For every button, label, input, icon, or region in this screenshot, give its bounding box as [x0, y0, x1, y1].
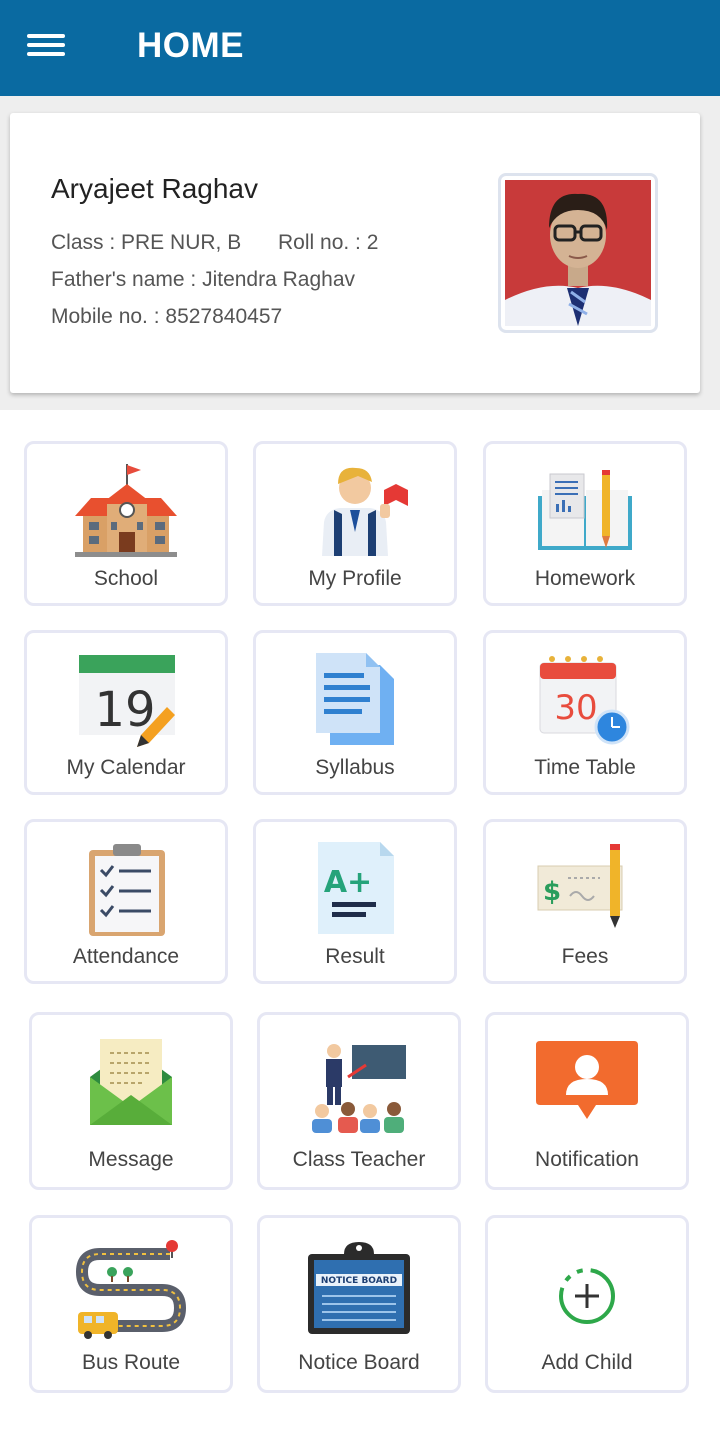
bus-route-icon — [76, 1240, 186, 1339]
tile-label: Class Teacher — [292, 1148, 426, 1171]
student-mobile-number: Mobile no. : 8527840457 — [51, 305, 283, 328]
result-grade: A+ — [324, 865, 372, 900]
tile-result[interactable]: A+ Result — [253, 819, 457, 984]
add-child-icon — [559, 1268, 615, 1324]
tile-label: Homework — [534, 567, 636, 590]
notice-board-icon: NOTICE BOARD — [308, 1242, 410, 1334]
tile-syllabus[interactable]: Syllabus — [253, 630, 457, 795]
tile-notification[interactable]: Notification — [485, 1012, 689, 1190]
tile-label: Attendance — [72, 945, 180, 968]
tile-label: Message — [88, 1148, 174, 1171]
tile-label: School — [93, 567, 159, 590]
tile-my-calendar[interactable]: 19 My Calendar — [24, 630, 228, 795]
timetable-date: 30 — [554, 688, 597, 728]
tile-school[interactable]: School — [24, 441, 228, 606]
tile-bus-route[interactable]: Bus Route — [29, 1215, 233, 1393]
page-title: HOME — [137, 26, 244, 65]
tile-fees[interactable]: $ Fees — [483, 819, 687, 984]
tile-label: Fees — [561, 945, 609, 968]
fees-symbol: $ — [543, 877, 561, 907]
tile-label: Syllabus — [315, 756, 395, 779]
fees-icon: $ — [537, 844, 623, 928]
message-icon — [90, 1039, 172, 1125]
school-icon — [75, 464, 177, 557]
student-class: Class : PRE NUR, B — [51, 231, 242, 254]
tile-label: Bus Route — [81, 1351, 181, 1374]
homework-icon — [538, 470, 632, 550]
tile-notice-board[interactable]: NOTICE BOARD Notice Board — [257, 1215, 461, 1393]
tile-attendance[interactable]: Attendance — [24, 819, 228, 984]
calendar-icon: 19 — [79, 655, 175, 747]
student-father-name: Father's name : Jitendra Raghav — [51, 268, 355, 291]
tile-homework[interactable]: Homework — [483, 441, 687, 606]
tile-add-child[interactable]: Add Child — [485, 1215, 689, 1393]
profile-icon — [322, 467, 408, 556]
notice-board-text: NOTICE BOARD — [321, 1276, 397, 1286]
hamburger-menu-icon[interactable] — [22, 28, 70, 64]
student-roll-number: Roll no. : 2 — [278, 231, 379, 254]
tile-label: Notice Board — [298, 1351, 420, 1374]
tile-label: Result — [325, 945, 385, 968]
tile-my-profile[interactable]: My Profile — [253, 441, 457, 606]
student-profile-card[interactable]: Aryajeet Raghav Class : PRE NUR, B Roll … — [10, 113, 700, 393]
tile-label: Time Table — [534, 756, 636, 779]
tile-time-table[interactable]: 30 Time Table — [483, 630, 687, 795]
tile-message[interactable]: Message — [29, 1012, 233, 1190]
attendance-icon — [89, 844, 165, 936]
tile-label: My Calendar — [66, 756, 186, 779]
app-bar: HOME — [0, 0, 720, 96]
notification-icon — [536, 1041, 638, 1119]
result-icon: A+ — [318, 842, 394, 934]
timetable-icon: 30 — [539, 656, 630, 745]
student-photo — [498, 173, 658, 333]
class-teacher-icon — [312, 1044, 406, 1133]
tile-label: Add Child — [541, 1351, 633, 1374]
student-name: Aryajeet Raghav — [51, 173, 259, 204]
tile-class-teacher[interactable]: Class Teacher — [257, 1012, 461, 1190]
tile-label: My Profile — [308, 567, 402, 590]
syllabus-icon — [316, 653, 394, 745]
tile-label: Notification — [535, 1148, 639, 1171]
